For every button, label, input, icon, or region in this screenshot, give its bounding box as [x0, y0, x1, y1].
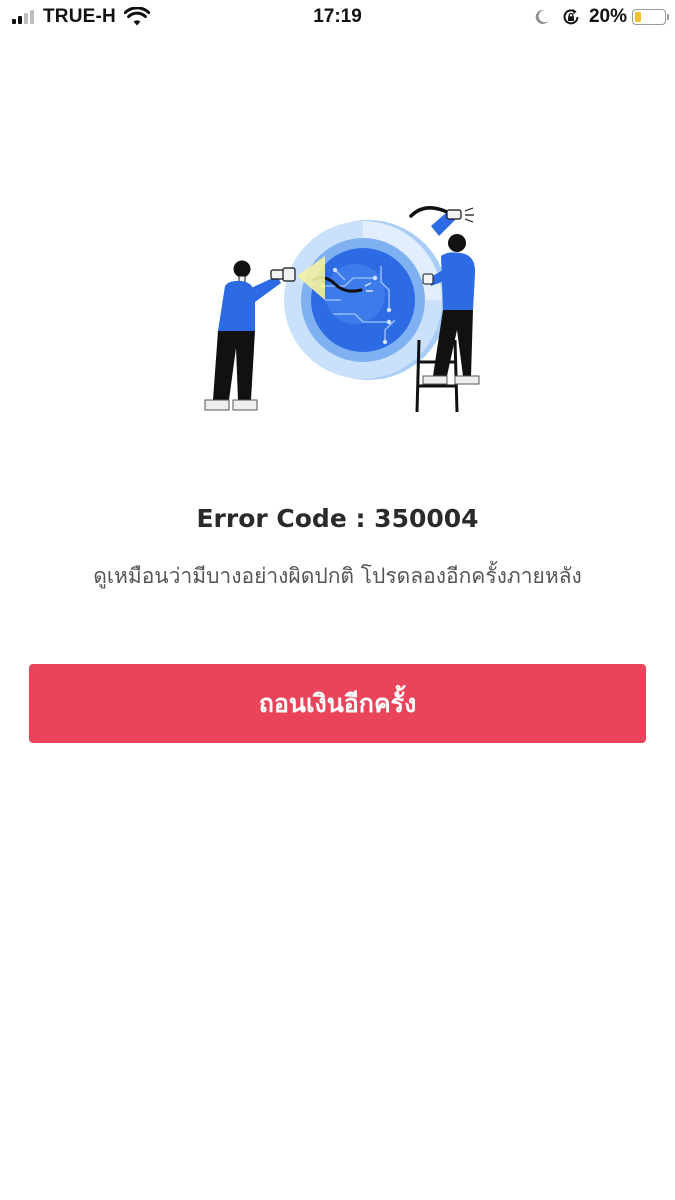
battery-level-fill — [635, 12, 642, 22]
moon-icon — [535, 9, 549, 24]
error-code-title: Error Code : 350004 — [196, 504, 479, 533]
status-bar-right: 20% — [533, 6, 669, 28]
retry-withdraw-button-label: ถอนเงินอีกครั้ง — [258, 688, 417, 718]
battery-icon — [632, 9, 669, 25]
repair-illustration — [204, 206, 480, 413]
error-message: ดูเหมือนว่ามีบางอย่างผิดปกติ โปรดลองอีกค… — [93, 564, 582, 588]
retry-withdraw-button[interactable]: ถอนเงินอีกครั้ง — [29, 664, 646, 743]
status-bar: TRUE-H 17:19 20% — [0, 0, 675, 36]
disk-graphic — [284, 220, 448, 380]
rotation-lock-icon — [563, 9, 579, 25]
battery-percentage: 20% — [588, 6, 627, 27]
person-left — [204, 260, 296, 411]
battery-tip — [667, 14, 669, 20]
